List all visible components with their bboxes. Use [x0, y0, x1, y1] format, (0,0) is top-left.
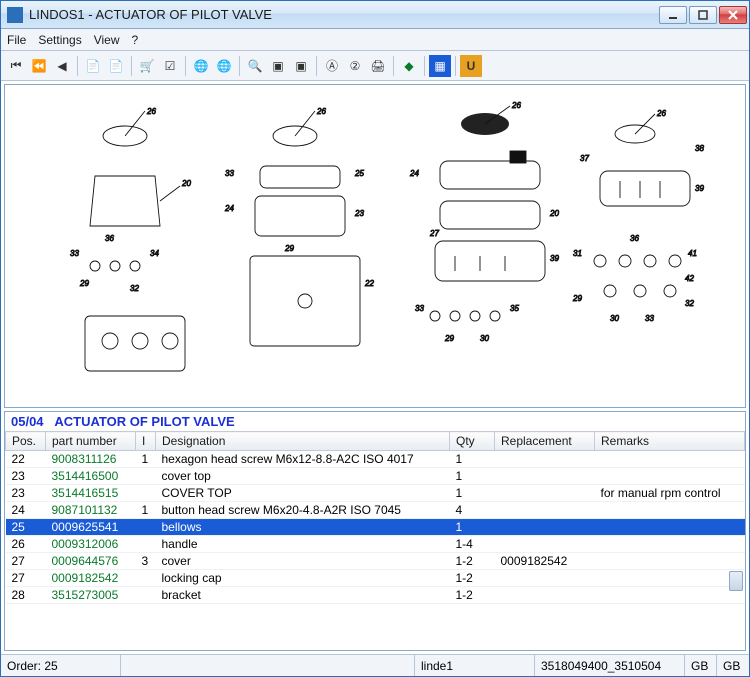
globe2-icon[interactable]: 🌐	[213, 55, 235, 77]
svg-text:33: 33	[645, 314, 654, 323]
doc2-icon[interactable]: 📄	[105, 55, 127, 77]
parts-table: Pos.part numberIDesignationQtyReplacemen…	[5, 431, 745, 604]
check-icon[interactable]: ☑	[159, 55, 181, 77]
menu-help[interactable]: ?	[132, 33, 139, 47]
frame2-icon[interactable]: ▣	[290, 55, 312, 77]
scrollbar-thumb[interactable]	[729, 571, 743, 591]
green-icon[interactable]: ◆	[398, 55, 420, 77]
status-user: linde1	[415, 655, 535, 676]
svg-text:39: 39	[550, 254, 559, 263]
svg-text:27: 27	[429, 229, 439, 238]
two-icon[interactable]: ②	[344, 55, 366, 77]
svg-text:29: 29	[444, 334, 454, 343]
svg-text:32: 32	[685, 299, 694, 308]
blue-icon[interactable]: ▦	[429, 55, 451, 77]
statusbar: Order: 25 linde1 3518049400_3510504 GB G…	[1, 654, 749, 676]
status-lang2: GB	[717, 655, 749, 676]
status-doc: 3518049400_3510504	[535, 655, 685, 676]
svg-text:26: 26	[316, 107, 326, 116]
svg-text:36: 36	[105, 234, 114, 243]
section-title: 05/04 ACTUATOR OF PILOT VALVE	[5, 412, 745, 431]
table-row[interactable]: 2700096445763cover1-20009182542	[6, 553, 745, 570]
table-row[interactable]: 250009625541bellows1	[6, 519, 745, 536]
col-5[interactable]: Replacement	[495, 432, 595, 451]
zoom-icon[interactable]: 🔍	[244, 55, 266, 77]
col-6[interactable]: Remarks	[595, 432, 745, 451]
col-4[interactable]: Qty	[450, 432, 495, 451]
cart-icon[interactable]: 🛒	[136, 55, 158, 77]
menu-view[interactable]: View	[94, 33, 120, 47]
svg-text:37: 37	[580, 154, 589, 163]
globe1-icon[interactable]: 🌐	[190, 55, 212, 77]
titlebar: LINDOS1 - ACTUATOR OF PILOT VALVE	[1, 1, 749, 29]
svg-text:38: 38	[695, 144, 704, 153]
svg-text:36: 36	[630, 234, 639, 243]
rewind-icon[interactable]: ⏪	[28, 55, 50, 77]
table-row[interactable]: 233514416500cover top1	[6, 468, 745, 485]
svg-text:24: 24	[409, 169, 419, 178]
svg-text:20: 20	[549, 209, 559, 218]
col-1[interactable]: part number	[46, 432, 136, 451]
col-2[interactable]: I	[136, 432, 156, 451]
close-button[interactable]	[719, 6, 747, 24]
table-row[interactable]: 270009182542locking cap1-2	[6, 570, 745, 587]
prev-icon[interactable]: ◀	[51, 55, 73, 77]
frame1-icon[interactable]: ▣	[267, 55, 289, 77]
svg-text:32: 32	[130, 284, 139, 293]
svg-text:33: 33	[415, 304, 424, 313]
svg-text:26: 26	[146, 107, 156, 116]
status-empty	[121, 655, 415, 676]
minimize-button[interactable]	[659, 6, 687, 24]
window-title: LINDOS1 - ACTUATOR OF PILOT VALVE	[29, 7, 659, 22]
svg-text:30: 30	[480, 334, 489, 343]
menu-settings[interactable]: Settings	[38, 33, 81, 47]
print-icon[interactable]: 🖨	[367, 55, 389, 77]
svg-text:42: 42	[685, 274, 694, 283]
parts-panel: 05/04 ACTUATOR OF PILOT VALVE Pos.part n…	[4, 411, 746, 651]
col-0[interactable]: Pos.	[6, 432, 46, 451]
svg-text:33: 33	[70, 249, 79, 258]
svg-text:34: 34	[150, 249, 159, 258]
svg-text:23: 23	[354, 209, 364, 218]
svg-text:26: 26	[656, 109, 666, 118]
table-row[interactable]: 2490871011321button head screw M6x20-4.8…	[6, 502, 745, 519]
svg-text:39: 39	[695, 184, 704, 193]
svg-text:41: 41	[688, 249, 697, 258]
col-3[interactable]: Designation	[156, 432, 450, 451]
svg-text:26: 26	[511, 101, 521, 110]
a-icon[interactable]: Ⓐ	[321, 55, 343, 77]
table-row[interactable]: 260009312006handle1-4	[6, 536, 745, 553]
toolbar: ⏮ ⏪ ◀ 📄 📄 🛒 ☑ 🌐 🌐 🔍 ▣ ▣ Ⓐ ② 🖨 ◆ ▦ U	[1, 51, 749, 81]
app-icon	[7, 7, 23, 23]
menubar: File Settings View ?	[1, 29, 749, 51]
table-row[interactable]: 2290083111261hexagon head screw M6x12-8.…	[6, 451, 745, 468]
parts-table-scroll[interactable]: Pos.part numberIDesignationQtyReplacemen…	[5, 431, 745, 650]
first-icon[interactable]: ⏮	[5, 55, 27, 77]
table-row[interactable]: 233514416515COVER TOP1for manual rpm con…	[6, 485, 745, 502]
svg-text:20: 20	[181, 179, 191, 188]
menu-file[interactable]: File	[7, 33, 26, 47]
status-lang1: GB	[685, 655, 717, 676]
svg-text:29: 29	[284, 244, 294, 253]
u-icon[interactable]: U	[460, 55, 482, 77]
svg-text:29: 29	[79, 279, 89, 288]
svg-text:29: 29	[572, 294, 582, 303]
table-row[interactable]: 283515273005bracket1-2	[6, 587, 745, 604]
svg-text:31: 31	[573, 249, 582, 258]
svg-text:35: 35	[510, 304, 519, 313]
svg-text:33: 33	[225, 169, 234, 178]
status-order: Order: 25	[1, 655, 121, 676]
svg-text:30: 30	[610, 314, 619, 323]
parts-diagram[interactable]: 26 20 33 34 29 32 36 26	[4, 84, 746, 408]
maximize-button[interactable]	[689, 6, 717, 24]
svg-text:22: 22	[364, 279, 374, 288]
doc1-icon[interactable]: 📄	[82, 55, 104, 77]
svg-text:25: 25	[354, 169, 364, 178]
svg-text:24: 24	[224, 204, 234, 213]
